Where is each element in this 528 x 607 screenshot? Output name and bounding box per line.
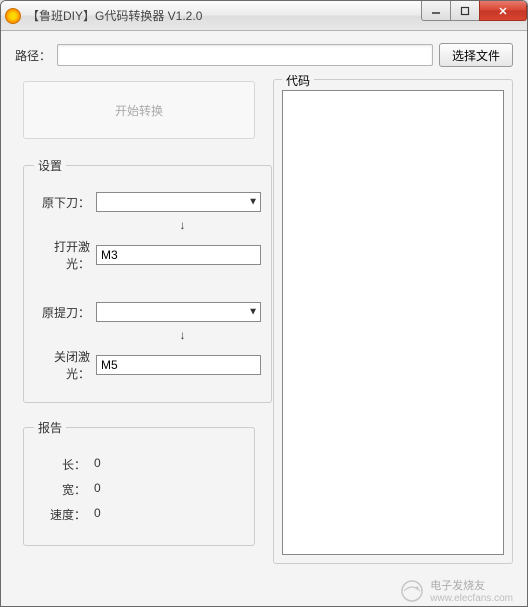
titlebar[interactable]: 【鲁班DIY】G代码转换器 V1.2.0 <box>1 1 527 31</box>
close-button[interactable] <box>479 1 527 21</box>
report-length-row: 长： 0 <box>34 456 244 473</box>
laser-off-row: 关闭激光： <box>34 348 261 382</box>
width-label: 宽： <box>34 481 94 498</box>
watermark-url: www.elecfans.com <box>430 593 513 604</box>
orig-up-row: 原提刀： ▼ <box>34 302 261 322</box>
laser-off-label: 关闭激光： <box>34 348 96 382</box>
close-icon <box>498 6 508 16</box>
client-area: 路径： 选择文件 开始转换 设置 原下刀： ▼ ↓ 打开激光： <box>1 31 527 606</box>
report-legend: 报告 <box>34 419 66 436</box>
code-textarea[interactable] <box>282 90 504 555</box>
left-column: 开始转换 设置 原下刀： ▼ ↓ 打开激光： 原 <box>15 81 255 562</box>
watermark-text: 电子发烧友 <box>430 577 513 593</box>
settings-group: 设置 原下刀： ▼ ↓ 打开激光： 原提刀： <box>23 157 272 403</box>
minimize-icon <box>431 6 441 16</box>
arrow-down-icon: ↓ <box>104 218 261 232</box>
orig-up-select[interactable] <box>96 302 261 322</box>
speed-value: 0 <box>94 506 101 523</box>
path-row: 路径： 选择文件 <box>15 43 513 67</box>
report-width-row: 宽： 0 <box>34 481 244 498</box>
laser-on-label: 打开激光： <box>34 238 96 272</box>
maximize-icon <box>460 6 470 16</box>
orig-down-select[interactable] <box>96 192 261 212</box>
app-icon <box>5 8 21 24</box>
orig-up-label: 原提刀： <box>34 304 96 321</box>
code-group: 代码 <box>273 79 513 564</box>
start-button[interactable]: 开始转换 <box>115 102 163 119</box>
window-controls <box>422 1 527 21</box>
report-group: 报告 长： 0 宽： 0 速度： 0 <box>23 419 255 546</box>
path-input[interactable] <box>57 44 433 66</box>
orig-down-select-wrap: ▼ <box>96 192 261 212</box>
report-speed-row: 速度： 0 <box>34 506 244 523</box>
arrow-down-icon: ↓ <box>104 328 261 342</box>
watermark: 电子发烧友 www.elecfans.com <box>400 577 513 604</box>
orig-up-select-wrap: ▼ <box>96 302 261 322</box>
length-label: 长： <box>34 456 94 473</box>
settings-legend: 设置 <box>34 157 66 174</box>
code-legend: 代码 <box>282 72 314 89</box>
laser-on-input[interactable] <box>96 245 261 265</box>
maximize-button[interactable] <box>450 1 480 21</box>
watermark-text-wrap: 电子发烧友 www.elecfans.com <box>430 577 513 604</box>
width-value: 0 <box>94 481 101 498</box>
watermark-icon <box>400 579 424 603</box>
length-value: 0 <box>94 456 101 473</box>
laser-off-input[interactable] <box>96 355 261 375</box>
minimize-button[interactable] <box>421 1 451 21</box>
speed-label: 速度： <box>34 506 94 523</box>
start-box: 开始转换 <box>23 81 255 139</box>
app-window: 【鲁班DIY】G代码转换器 V1.2.0 路径： 选择文件 开始转换 <box>0 0 528 607</box>
browse-button[interactable]: 选择文件 <box>439 43 513 67</box>
path-label: 路径： <box>15 47 51 64</box>
orig-down-row: 原下刀： ▼ <box>34 192 261 212</box>
laser-on-row: 打开激光： <box>34 238 261 272</box>
orig-down-label: 原下刀： <box>34 194 96 211</box>
